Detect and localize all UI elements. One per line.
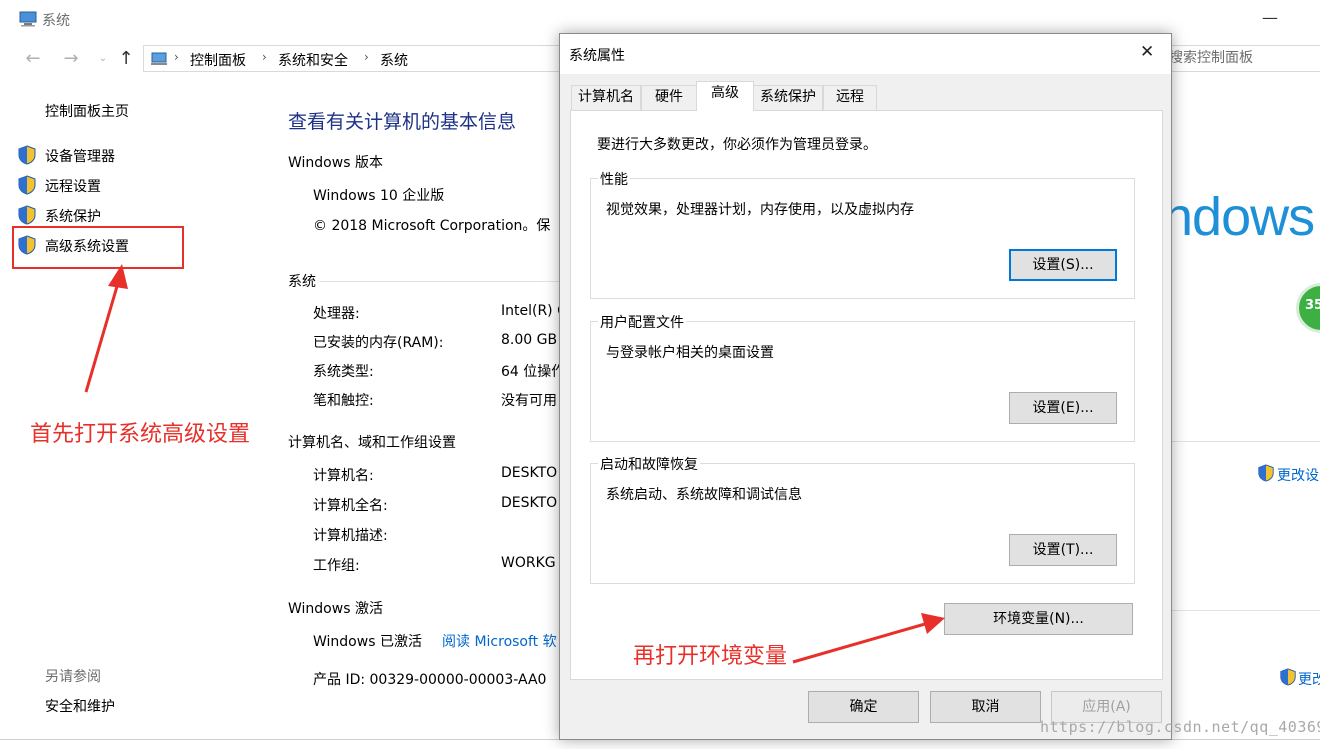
tab-advanced[interactable]: 高级 — [696, 81, 754, 111]
annotation-arrow-2 — [792, 622, 926, 664]
annotation-first-step: 首先打开系统高级设置 — [30, 422, 251, 447]
annotation-arrows — [84, 264, 945, 664]
annotation-arrow-1 — [84, 282, 120, 393]
annotation-arrowhead-2 — [921, 613, 945, 634]
annotation-second-step: 再打开环境变量 — [633, 644, 788, 669]
watermark-text: https://blog.csdn.net/qq_40369944 — [1040, 718, 1320, 736]
annotation-arrowhead-1 — [108, 264, 128, 289]
